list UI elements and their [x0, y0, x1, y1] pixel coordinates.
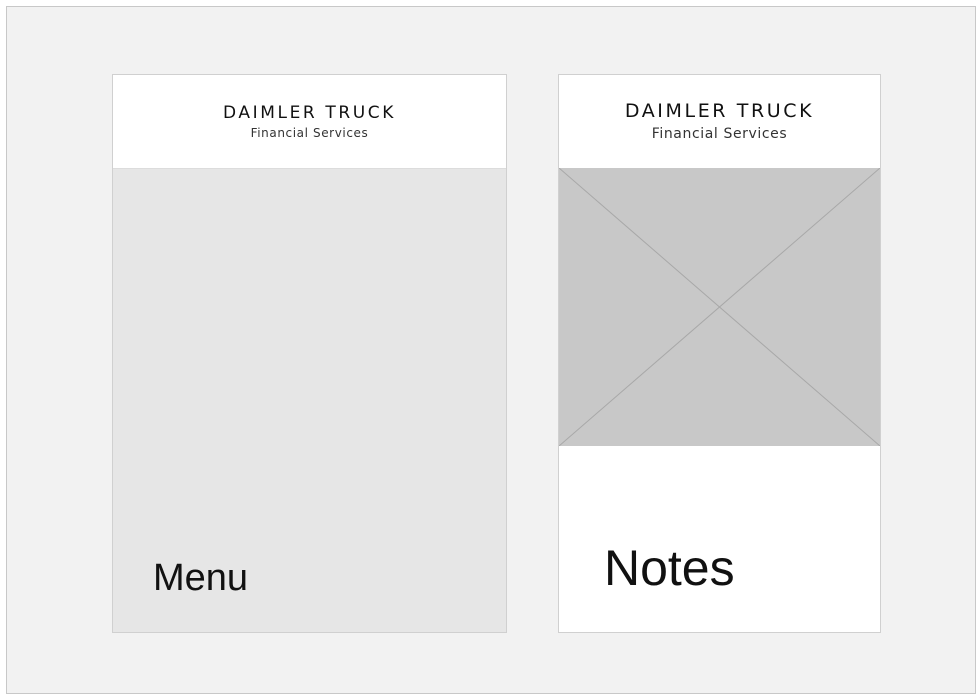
brand-subtitle: Financial Services	[651, 126, 788, 142]
image-placeholder-cross	[559, 168, 880, 446]
brand-title: DAIMLER TRUCK	[223, 103, 396, 123]
menu-label: Menu	[153, 557, 249, 599]
image-placeholder-icon	[559, 168, 880, 446]
brand-logo: DAIMLER TRUCK Financial Services	[559, 75, 880, 168]
menu-area[interactable]: Menu	[113, 168, 506, 632]
notes-panel: DAIMLER TRUCK Financial Services Notes	[558, 74, 881, 633]
notes-area[interactable]: Notes	[559, 446, 880, 632]
brand-logo: DAIMLER TRUCK Financial Services	[113, 75, 506, 168]
brand-subtitle: Financial Services	[250, 126, 369, 140]
notes-label: Notes	[604, 540, 735, 596]
brand-title: DAIMLER TRUCK	[624, 100, 815, 122]
menu-panel: DAIMLER TRUCK Financial Services Menu	[112, 74, 507, 633]
